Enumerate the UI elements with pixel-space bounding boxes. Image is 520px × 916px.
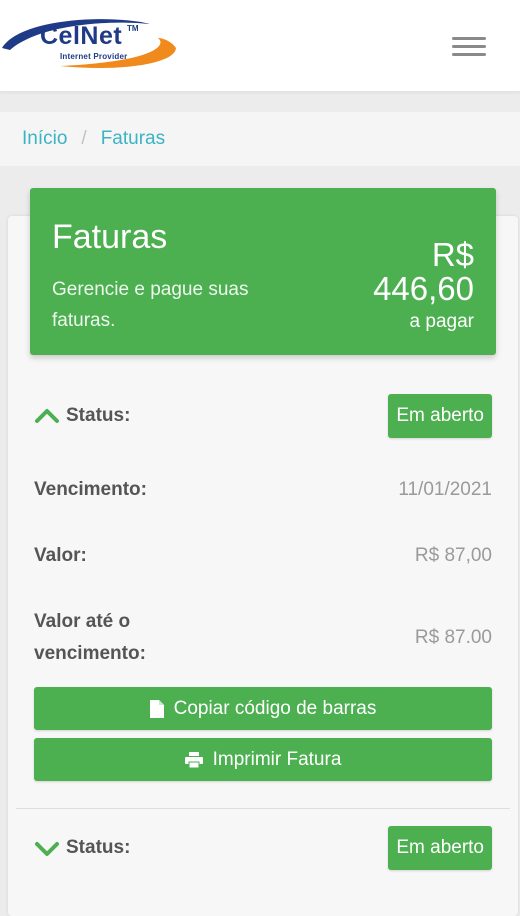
page-description: Gerencie e pague suas faturas.	[52, 279, 249, 331]
page-title: Faturas	[52, 218, 168, 256]
due-date-label: Vencimento:	[34, 479, 147, 500]
breadcrumb-separator: /	[81, 128, 87, 149]
status-toggle[interactable]: Status:	[34, 832, 130, 864]
value-row: Valor: R$ 87,00	[34, 540, 492, 572]
breadcrumb-home[interactable]: Início	[22, 128, 67, 150]
status-row: Status: Em aberto	[34, 826, 492, 870]
amount-suffix: a pagar	[409, 311, 474, 332]
chevron-down-icon	[34, 837, 60, 859]
value-until-due-label: Valor até o vencimento:	[34, 611, 146, 664]
print-invoice-label: Imprimir Fatura	[212, 748, 342, 770]
breadcrumb-faturas[interactable]: Faturas	[101, 128, 165, 150]
logo-trademark: TM	[127, 24, 139, 33]
value-amount: R$ 87,00	[414, 545, 492, 566]
status-toggle[interactable]: Status:	[34, 400, 130, 432]
printer-icon	[184, 751, 203, 768]
status-row: Status: Em aberto	[34, 394, 492, 438]
status-badge: Em aberto	[388, 394, 492, 438]
value-label: Valor:	[34, 545, 87, 566]
chevron-up-icon	[34, 405, 60, 427]
file-icon	[149, 699, 164, 718]
amount-value: 446,60	[373, 270, 474, 307]
value-until-due-amount: R$ 87.00	[414, 627, 492, 648]
due-date-value: 11/01/2021	[398, 479, 492, 500]
celnet-logo[interactable]: CelNet TM Internet Provider	[0, 12, 190, 68]
value-until-due-row: Valor até o vencimento: R$ 87.00	[34, 606, 492, 670]
app-header: CelNet TM Internet Provider	[0, 0, 520, 92]
copy-barcode-label: Copiar código de barras	[173, 697, 377, 719]
logo-subtitle: Internet Provider	[60, 52, 128, 61]
print-invoice-button[interactable]: Imprimir Fatura	[34, 738, 492, 781]
amount-due: R$ 446,60 a pagar	[373, 238, 474, 336]
logo-text: CelNet	[40, 22, 123, 50]
invoice-divider	[16, 808, 510, 809]
breadcrumb: Início / Faturas	[0, 112, 520, 166]
hamburger-icon[interactable]	[452, 34, 486, 58]
status-label: Status:	[66, 837, 131, 858]
status-badge: Em aberto	[388, 826, 492, 870]
invoices-summary-banner: Faturas Gerencie e pague suas faturas. R…	[30, 188, 496, 355]
due-date-row: Vencimento: 11/01/2021	[34, 474, 492, 506]
copy-barcode-button[interactable]: Copiar código de barras	[34, 687, 492, 730]
status-label: Status:	[66, 405, 131, 426]
amount-currency: R$	[431, 236, 474, 273]
